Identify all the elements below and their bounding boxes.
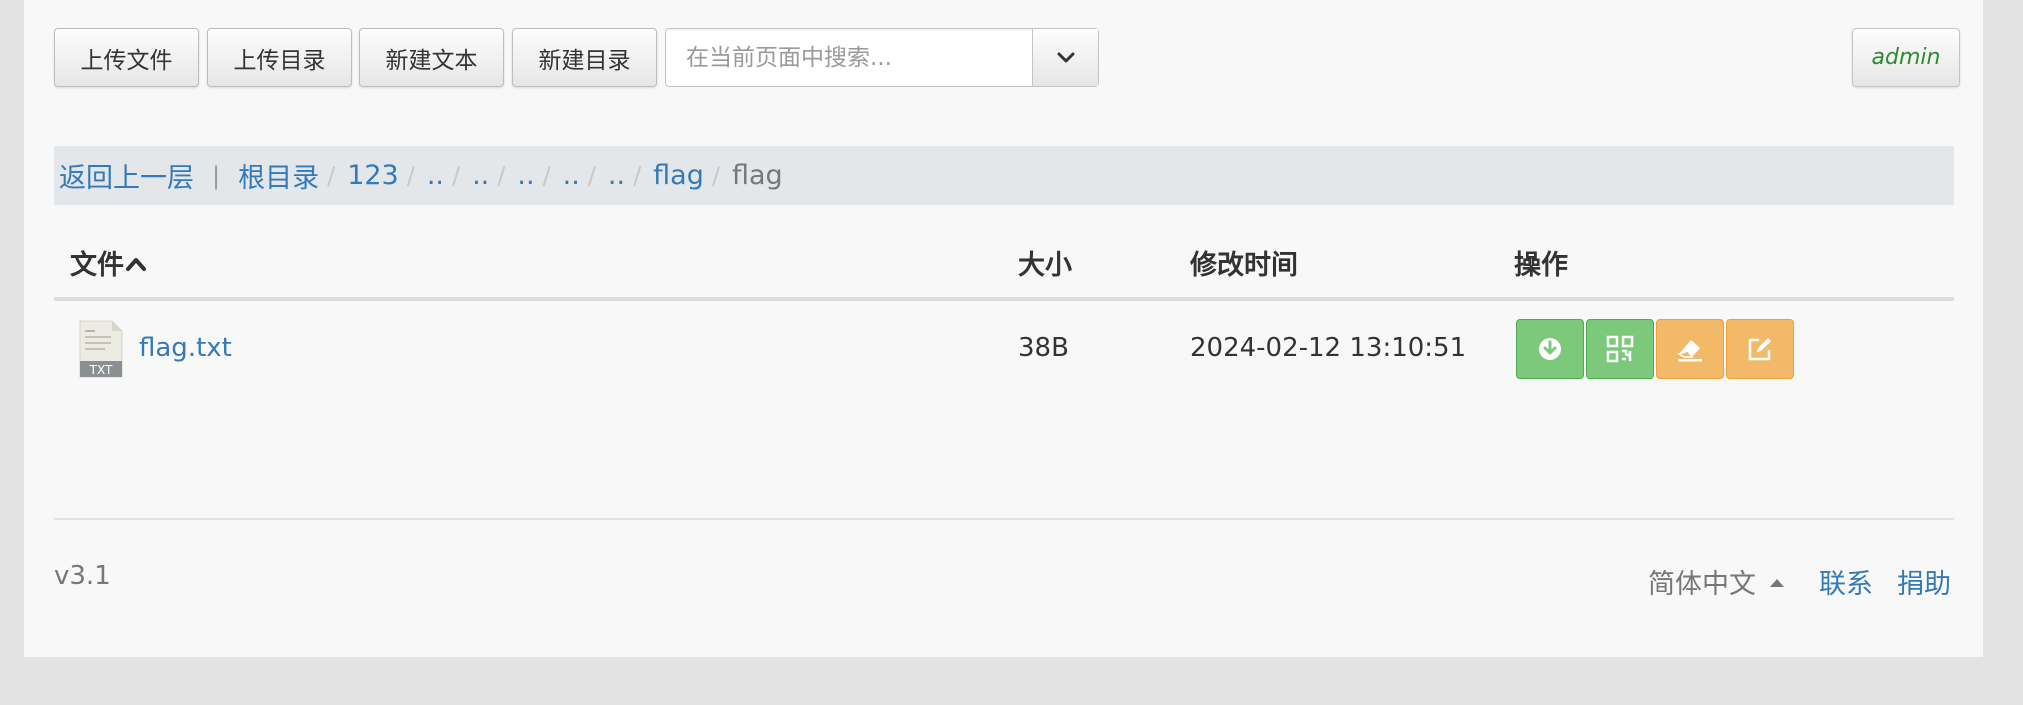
donate-link[interactable]: 捐助 <box>1897 562 1951 601</box>
column-header-mtime[interactable]: 修改时间 <box>1190 243 1298 282</box>
column-header-name[interactable]: 文件 <box>70 243 147 282</box>
edit-icon <box>1748 338 1771 361</box>
breadcrumb-separator: / <box>542 161 551 190</box>
rename-button[interactable] <box>1656 319 1724 379</box>
back-link[interactable]: 返回上一层 <box>59 156 194 195</box>
breadcrumb-separator: / <box>497 161 506 190</box>
main-panel: 上传文件 上传目录 新建文本 新建目录 admin 返回上一层 | 根目录 / … <box>24 0 1983 657</box>
file-name-link[interactable]: flag.txt <box>139 333 232 363</box>
column-header-actions: 操作 <box>1514 250 1568 281</box>
breadcrumb-item[interactable]: 123 <box>347 160 399 191</box>
user-button[interactable]: admin <box>1852 28 1960 87</box>
file-size-cell: 38B <box>1018 333 1069 363</box>
breadcrumb: 返回上一层 | 根目录 / 123 / .. / .. / .. / .. / … <box>54 146 1954 205</box>
file-mtime-cell: 2024-02-12 13:10:51 <box>1190 333 1467 363</box>
breadcrumb-separator: / <box>406 161 415 190</box>
edit-button[interactable] <box>1726 319 1794 379</box>
breadcrumb-divider: | <box>212 161 221 190</box>
language-selector[interactable]: 简体中文 <box>1648 562 1784 601</box>
breadcrumb-item[interactable]: .. <box>517 160 534 191</box>
qrcode-icon <box>1606 335 1634 363</box>
search-input[interactable] <box>666 29 1032 86</box>
version-label: v3.1 <box>54 561 111 591</box>
qrcode-button[interactable] <box>1586 319 1654 379</box>
breadcrumb-item[interactable]: .. <box>563 160 580 191</box>
root-link[interactable]: 根目录 <box>238 156 319 195</box>
breadcrumb-separator: / <box>327 161 336 190</box>
caret-up-icon <box>1770 578 1784 587</box>
breadcrumb-separator: / <box>452 161 461 190</box>
column-header-size[interactable]: 大小 <box>1018 243 1072 282</box>
upload-file-button[interactable]: 上传文件 <box>54 28 199 87</box>
download-button[interactable] <box>1516 319 1584 379</box>
breadcrumb-separator: / <box>711 161 720 190</box>
breadcrumb-item[interactable]: .. <box>608 160 625 191</box>
new-text-button[interactable]: 新建文本 <box>359 28 504 87</box>
breadcrumb-current: flag <box>731 160 783 191</box>
txt-file-icon: TXT <box>79 320 123 378</box>
breadcrumb-item[interactable]: flag <box>653 160 704 191</box>
search-box <box>665 28 1099 87</box>
search-dropdown-button[interactable] <box>1032 29 1098 86</box>
download-icon <box>1539 338 1561 360</box>
chevron-down-icon <box>1057 52 1074 62</box>
breadcrumb-item[interactable]: .. <box>427 160 444 191</box>
eraser-icon <box>1677 340 1702 362</box>
file-type-label: TXT <box>89 363 113 377</box>
new-dir-button[interactable]: 新建目录 <box>512 28 657 87</box>
language-label: 简体中文 <box>1648 569 1756 600</box>
contact-link[interactable]: 联系 <box>1819 562 1873 601</box>
breadcrumb-item[interactable]: .. <box>472 160 489 191</box>
column-header-label: 文件 <box>70 250 124 281</box>
file-name-cell: flag.txt <box>139 333 232 363</box>
breadcrumb-separator: / <box>633 161 642 190</box>
footer-rule <box>54 518 1954 520</box>
caret-up-icon <box>126 257 146 271</box>
table-header-rule <box>54 297 1954 301</box>
breadcrumb-separator: / <box>587 161 596 190</box>
upload-dir-button[interactable]: 上传目录 <box>207 28 352 87</box>
